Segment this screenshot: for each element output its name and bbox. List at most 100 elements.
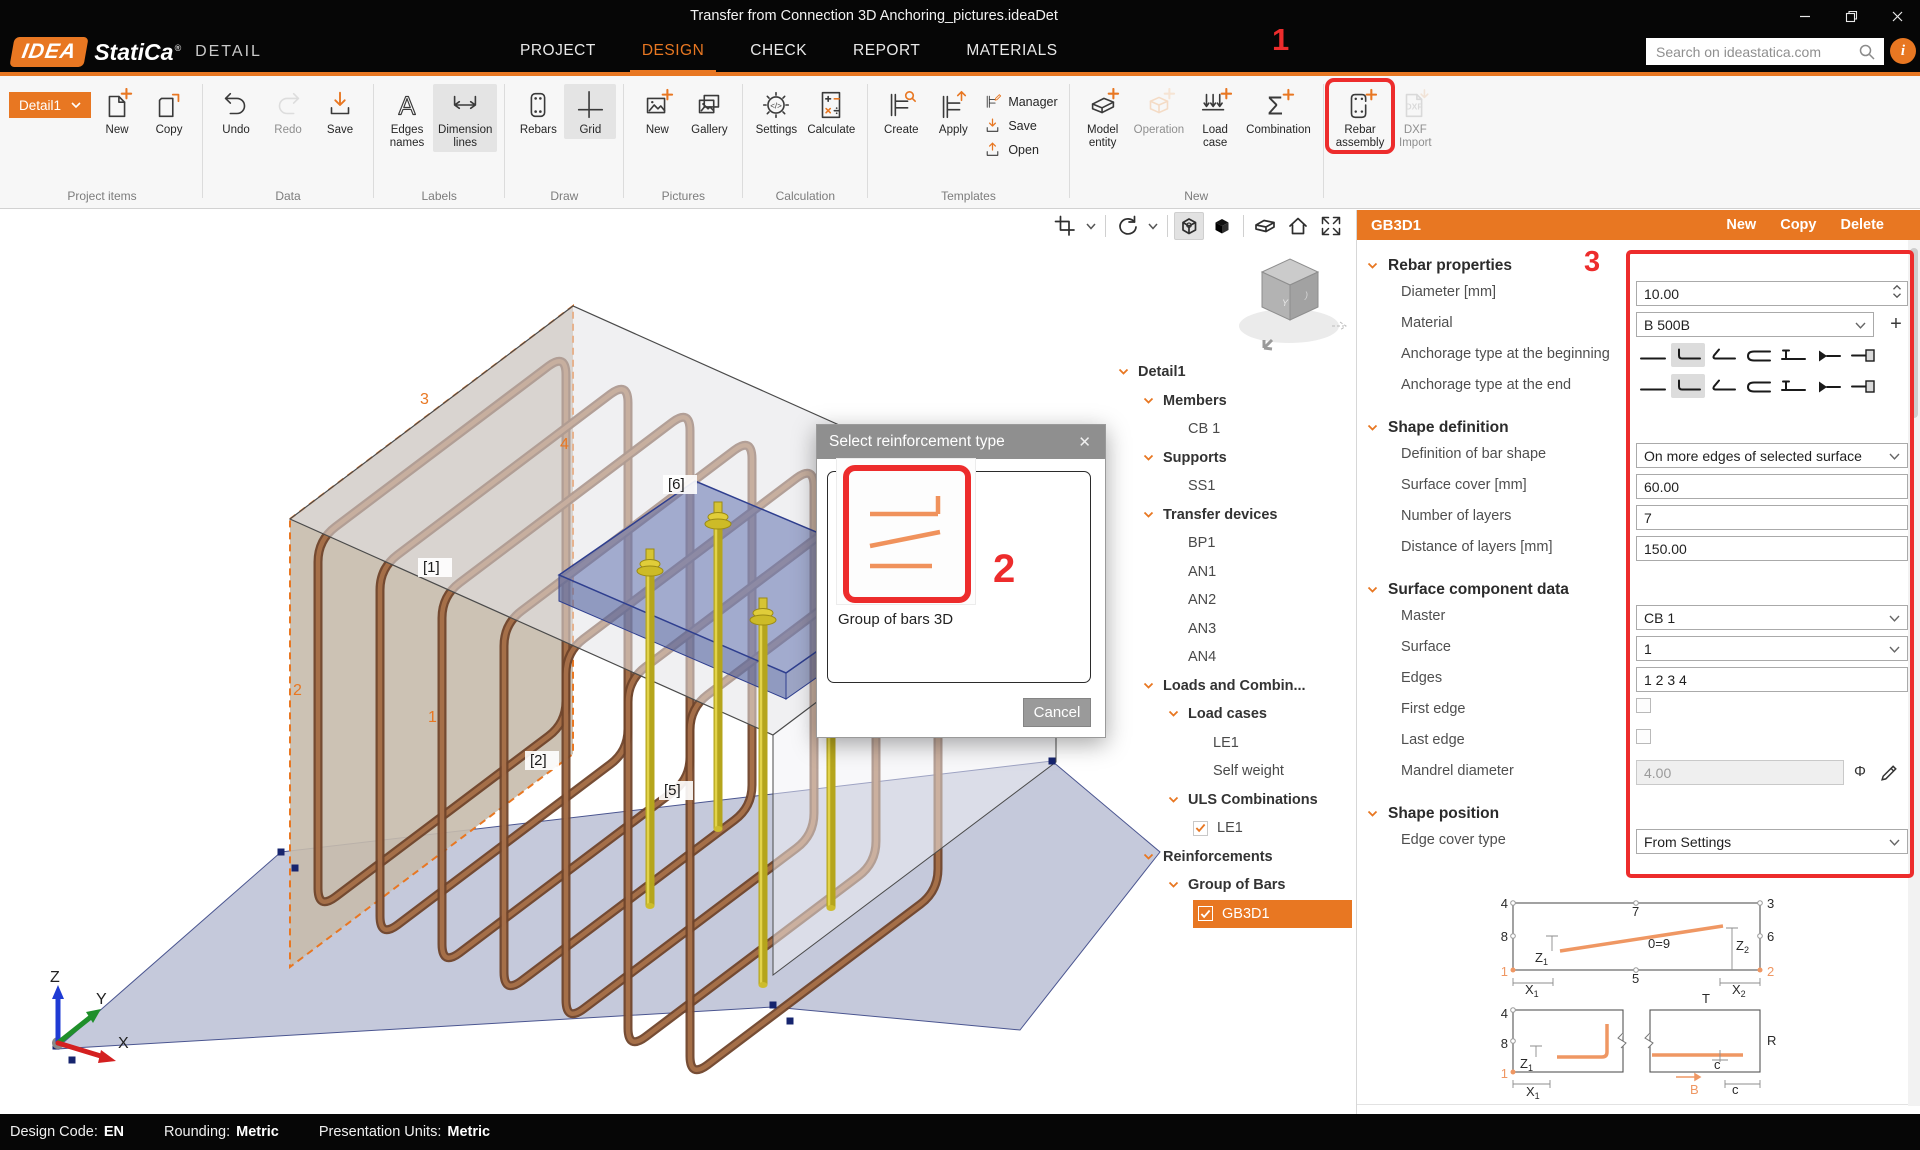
diameter-mm-input[interactable]: 10.00 <box>1636 281 1908 306</box>
distance-of-layers-mm-input[interactable]: 150.00 <box>1636 536 1908 561</box>
edges-names-button[interactable]: AEdgesnames <box>381 84 433 152</box>
last-edge-checkbox[interactable] <box>1636 729 1651 744</box>
tree-item-bp1[interactable]: BP1 <box>1168 529 1352 558</box>
number-of-layers-input[interactable]: 7 <box>1636 505 1908 530</box>
tree-item-reinforcements[interactable]: Reinforcements <box>1143 843 1352 872</box>
minimize-button[interactable] <box>1782 0 1828 32</box>
surface-cover-mm-input[interactable]: 60.00 <box>1636 474 1908 499</box>
save-button[interactable]: Save <box>983 116 1057 135</box>
combination-button[interactable]: ΣCombination <box>1241 84 1316 139</box>
section-shape-definition[interactable]: Shape definition <box>1357 416 1920 440</box>
tree-item-load-cases[interactable]: Load cases <box>1168 700 1352 729</box>
search-input[interactable] <box>1654 43 1858 61</box>
head-plate-anchorage-icon[interactable] <box>1846 374 1880 398</box>
chevron-down-icon[interactable] <box>1145 212 1161 240</box>
head-cone-anchorage-icon[interactable] <box>1811 343 1845 367</box>
properties-scrollbar[interactable] <box>1908 240 1920 1106</box>
menu-item-check[interactable]: CHECK <box>750 32 807 72</box>
tree-item-detail1[interactable]: Detail1 <box>1118 358 1352 387</box>
new-button[interactable]: New <box>631 84 683 139</box>
wire-cube-button[interactable] <box>1174 212 1204 240</box>
close-button[interactable] <box>1874 0 1920 32</box>
tree-item-group-of-bars[interactable]: Group of Bars <box>1168 871 1352 900</box>
clip-view-button[interactable] <box>1250 212 1280 240</box>
chevron-down-icon[interactable] <box>1118 368 1138 376</box>
gallery-button[interactable]: Gallery <box>683 84 735 139</box>
tree-item-an2[interactable]: AN2 <box>1168 586 1352 615</box>
section-surface-component-data[interactable]: Surface component data <box>1357 578 1920 602</box>
dimension-lines-button[interactable]: Dimensionlines <box>433 84 497 152</box>
master-select[interactable]: CB 1 <box>1636 605 1908 630</box>
create-button[interactable]: Create <box>875 84 927 139</box>
tree-item-self-weight[interactable]: Self weight <box>1193 757 1352 786</box>
tree-checkbox[interactable] <box>1198 906 1213 921</box>
copy-button[interactable]: Copy <box>143 84 195 139</box>
head-plate-anchorage-icon[interactable] <box>1846 343 1880 367</box>
tree-item-an4[interactable]: AN4 <box>1168 643 1352 672</box>
project-selector[interactable]: Detail1 <box>9 92 91 118</box>
tree-item-le1[interactable]: LE1 <box>1193 729 1352 758</box>
apply-button[interactable]: Apply <box>927 84 979 139</box>
rebars-button[interactable]: Rebars <box>512 84 564 139</box>
group-of-bars-3d-tile[interactable] <box>836 458 976 605</box>
tree-item-supports[interactable]: Supports <box>1143 444 1352 473</box>
info-button[interactable]: i <box>1890 38 1916 64</box>
head-cone-anchorage-icon[interactable] <box>1811 374 1845 398</box>
restore-button[interactable] <box>1828 0 1874 32</box>
cancel-button[interactable]: Cancel <box>1023 698 1091 727</box>
chevron-down-icon[interactable] <box>1168 796 1188 804</box>
chevron-down-icon[interactable] <box>1168 881 1188 889</box>
hook-180-anchorage-icon[interactable] <box>1741 343 1775 367</box>
rotate-3d-button[interactable] <box>1112 212 1142 240</box>
tree-item-an3[interactable]: AN3 <box>1168 615 1352 644</box>
add-material-button[interactable]: + <box>1884 311 1908 337</box>
tree-item-transfer-devices[interactable]: Transfer devices <box>1143 501 1352 530</box>
tree-item-ss1[interactable]: SS1 <box>1168 472 1352 501</box>
edge-cover-type-select[interactable]: From Settings <box>1636 829 1908 854</box>
section-shape-position[interactable]: Shape position <box>1357 802 1920 826</box>
menu-item-design[interactable]: DESIGN <box>642 32 704 72</box>
surface-select[interactable]: 1 <box>1636 636 1908 661</box>
tree-item-gb3d1[interactable]: GB3D1 <box>1193 900 1352 929</box>
hook-135-anchorage-icon[interactable] <box>1706 343 1740 367</box>
tree-item-loads-and-combin-[interactable]: Loads and Combin... <box>1143 672 1352 701</box>
copy-rebar-button[interactable]: Copy <box>1780 217 1816 233</box>
solid-cube-button[interactable] <box>1207 212 1237 240</box>
new-rebar-button[interactable]: New <box>1726 217 1756 233</box>
first-edge-checkbox[interactable] <box>1636 698 1651 713</box>
spinner-icon[interactable] <box>1892 284 1902 299</box>
dialog-title-bar[interactable]: Select reinforcement type ✕ <box>817 425 1105 459</box>
chevron-down-icon[interactable] <box>1168 710 1188 718</box>
hook-180-anchorage-icon[interactable] <box>1741 374 1775 398</box>
head-bar-anchorage-icon[interactable] <box>1776 374 1810 398</box>
hook-90-anchorage-icon[interactable] <box>1671 343 1705 367</box>
navigation-cube[interactable]: Y ) <box>1232 248 1347 353</box>
tree-item-members[interactable]: Members <box>1143 387 1352 416</box>
hook-135-anchorage-icon[interactable] <box>1706 374 1740 398</box>
tree-item-an1[interactable]: AN1 <box>1168 558 1352 587</box>
calculate-button[interactable]: Calculate <box>802 84 860 139</box>
straight-anchorage-icon[interactable] <box>1636 343 1670 367</box>
new-button[interactable]: New <box>91 84 143 139</box>
menu-item-report[interactable]: REPORT <box>853 32 920 72</box>
definition-of-bar-shape-select[interactable]: On more edges of selected surface <box>1636 443 1908 468</box>
head-bar-anchorage-icon[interactable] <box>1776 343 1810 367</box>
settings-button[interactable]: </>Settings <box>750 84 802 139</box>
straight-anchorage-icon[interactable] <box>1636 374 1670 398</box>
chevron-down-icon[interactable] <box>1143 511 1163 519</box>
delete-rebar-button[interactable]: Delete <box>1840 217 1884 233</box>
tree-item-le1[interactable]: LE1 <box>1193 814 1352 843</box>
chevron-down-icon[interactable] <box>1143 454 1163 462</box>
tree-item-cb-1[interactable]: CB 1 <box>1168 415 1352 444</box>
crop-tool-button[interactable] <box>1050 212 1080 240</box>
menu-item-materials[interactable]: MATERIALS <box>966 32 1057 72</box>
hook-90-anchorage-icon[interactable] <box>1671 374 1705 398</box>
model-entity-button[interactable]: Modelentity <box>1077 84 1129 152</box>
save-button[interactable]: Save <box>314 84 366 139</box>
material-select[interactable]: B 500B <box>1636 312 1874 337</box>
expand-button[interactable] <box>1316 212 1346 240</box>
menu-item-project[interactable]: PROJECT <box>520 32 596 72</box>
chevron-down-icon[interactable] <box>1083 212 1099 240</box>
scrollbar-thumb[interactable] <box>1910 248 1918 418</box>
chevron-down-icon[interactable] <box>1143 397 1163 405</box>
